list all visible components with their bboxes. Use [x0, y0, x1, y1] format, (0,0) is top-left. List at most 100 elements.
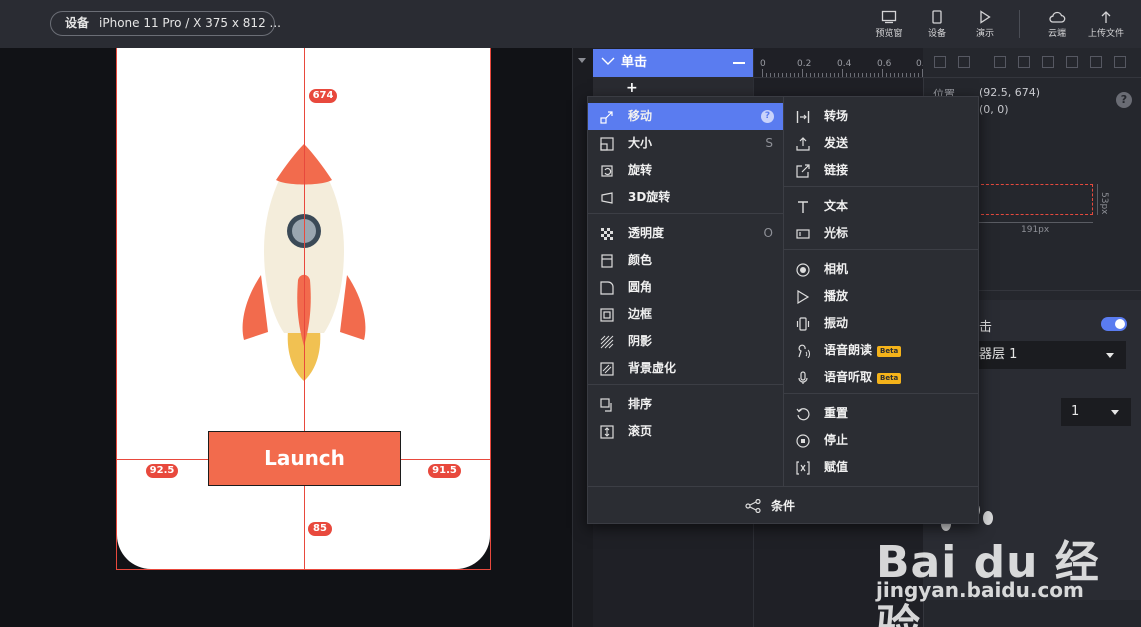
measure-left: 92.5 [146, 464, 178, 478]
align-icon[interactable] [1066, 56, 1078, 68]
align-icon[interactable] [1018, 56, 1030, 68]
align-icon[interactable] [994, 56, 1006, 68]
position-value[interactable]: (92.5, 674) [979, 86, 1040, 99]
condition-branch-icon [745, 499, 761, 513]
collapse-arrow-icon[interactable] [578, 58, 586, 63]
ruler-tick [834, 73, 835, 77]
ruler-tick [910, 73, 911, 77]
count-select[interactable]: 1 [1061, 398, 1131, 426]
menu-item-label: 滚页 [628, 424, 653, 438]
width-dimension: 191px [1021, 225, 1050, 235]
voice-read-icon [798, 344, 810, 358]
menu-item-rotate[interactable]: 旋转 [588, 157, 783, 184]
menu-separator [588, 384, 783, 385]
chevron-down-icon [1106, 353, 1114, 358]
help-icon[interactable]: ? [1116, 92, 1132, 108]
device-button[interactable]: 设备 [914, 8, 960, 44]
menu-item-voice-listen[interactable]: 语音听取 Beta [784, 364, 978, 391]
menu-item-border[interactable]: 边框 [588, 301, 783, 328]
remove-event-icon[interactable] [733, 62, 745, 64]
menu-item-label: 大小 [628, 136, 653, 150]
ruler-tick [854, 73, 855, 77]
menu-item-resize[interactable]: 大小 S [588, 130, 783, 157]
help-icon[interactable]: ? [761, 110, 774, 123]
ruler-tick [842, 69, 843, 77]
ruler-tick [778, 73, 779, 77]
top-toolbar: 设备 iPhone 11 Pro / X 375 x 812 ... 预览窗 设备… [0, 0, 1141, 48]
menu-item-shadow[interactable]: 阴影 [588, 328, 783, 355]
preview-window-button[interactable]: 预览窗 [866, 8, 912, 44]
menu-item-link[interactable]: 链接 [784, 157, 978, 184]
menu-item-shortcut: O [763, 226, 773, 240]
ruler-tick [914, 73, 915, 77]
menu-item-text: 语音听取 [824, 370, 873, 384]
event-row-tap[interactable]: 单击 [593, 49, 753, 77]
event-row-label: 单击 [621, 55, 648, 70]
position-offset-value[interactable]: (0, 0) [979, 103, 1009, 116]
menu-item-vibrate[interactable]: 振动 [784, 310, 978, 337]
height-dimension: 53px [1099, 192, 1109, 215]
event-enable-toggle[interactable] [1101, 317, 1127, 331]
vibrate-icon [796, 317, 810, 331]
transition-icon [796, 111, 810, 123]
menu-item-transition[interactable]: 转场 [784, 103, 978, 130]
menu-item-label: 边框 [628, 307, 653, 321]
ruler-tick [786, 73, 787, 77]
send-icon [796, 137, 810, 151]
menu-item-scroll-page[interactable]: 滚页 [588, 418, 783, 445]
menu-item-background-blur[interactable]: 背景虚化 [588, 355, 783, 382]
launch-button[interactable]: Launch [208, 431, 401, 486]
cloud-button[interactable]: 云端 [1034, 8, 1080, 44]
menu-item-send[interactable]: 发送 [784, 130, 978, 157]
menu-item-label: 光标 [824, 226, 849, 240]
menu-item-move[interactable]: 移动 ? [588, 103, 783, 130]
play-demo-button[interactable]: 演示 [962, 8, 1008, 44]
menu-item-cursor[interactable]: 光标 [784, 220, 978, 247]
menu-item-voice-read[interactable]: 语音朗读 Beta [784, 337, 978, 364]
shadow-icon [600, 335, 614, 349]
beta-badge: Beta [877, 346, 902, 357]
menu-item-label: 颜色 [628, 253, 653, 267]
menu-item-corner-radius[interactable]: 圆角 [588, 274, 783, 301]
menu-item-stop[interactable]: 停止 [784, 427, 978, 454]
align-icon[interactable] [1042, 56, 1054, 68]
ruler-tick [790, 73, 791, 77]
align-icon[interactable] [934, 56, 946, 68]
upload-file-button[interactable]: 上传文件 [1083, 8, 1129, 44]
menu-item-label: 透明度 [628, 226, 665, 240]
menu-item-color[interactable]: 颜色 [588, 247, 783, 274]
trigger-layer-value: 器层 1 [979, 347, 1018, 362]
menu-item-rotate-3d[interactable]: 3D旋转 [588, 184, 783, 211]
align-icon[interactable] [1090, 56, 1102, 68]
ruler-tick [826, 73, 827, 77]
menu-item-label: 3D旋转 [628, 190, 671, 204]
menu-item-camera[interactable]: 相机 [784, 256, 978, 283]
menu-item-reset[interactable]: 重置 [784, 400, 978, 427]
menu-item-order[interactable]: 排序 [588, 391, 783, 418]
ruler-tick [878, 73, 879, 77]
menu-item-play[interactable]: 播放 [784, 283, 978, 310]
menu-item-text[interactable]: 文本 [784, 193, 978, 220]
trigger-layer-select[interactable]: 器层 1 [979, 341, 1126, 369]
menu-item-text: 语音朗读 [824, 343, 873, 357]
ruler-tick [762, 69, 763, 77]
menu-item-label: 链接 [824, 163, 849, 177]
background-blur-icon [600, 362, 614, 376]
ruler-tick [874, 73, 875, 77]
menu-item-condition[interactable]: 条件 [588, 492, 978, 520]
menu-item-opacity[interactable]: 透明度 O [588, 220, 783, 247]
alignment-toolbar [923, 48, 1141, 78]
align-icon[interactable] [1114, 56, 1126, 68]
menu-item-label: 语音听取 Beta [824, 364, 902, 391]
opacity-icon [601, 228, 613, 240]
align-icon[interactable] [958, 56, 970, 68]
menu-item-assign[interactable]: 赋值 [784, 454, 978, 481]
play-demo-icon [980, 10, 991, 24]
device-icon [932, 10, 942, 24]
width-dimension-line [976, 222, 1093, 223]
ruler-tick [814, 73, 815, 77]
ruler-tick [798, 73, 799, 77]
menu-item-label: 移动 [628, 109, 653, 123]
device-selector[interactable]: 设备 iPhone 11 Pro / X 375 x 812 ... [50, 11, 281, 36]
ruler-tick [770, 73, 771, 77]
